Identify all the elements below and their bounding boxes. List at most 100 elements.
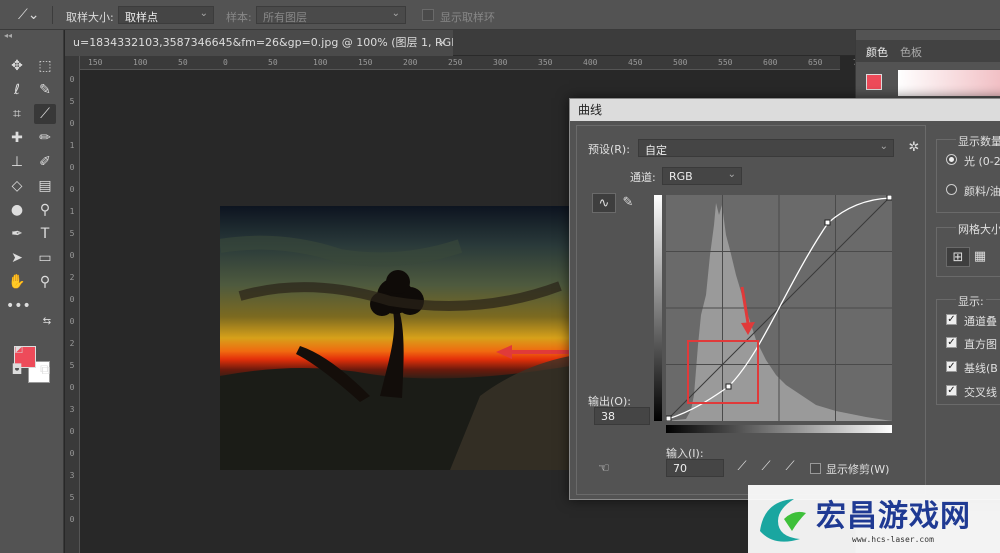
- display-amount-label: 显示数量: [956, 133, 1000, 149]
- move-tool-icon[interactable]: ✥: [6, 56, 28, 76]
- watermark-logo: [760, 499, 806, 542]
- document-image: [220, 206, 570, 470]
- ruler-tick: 50: [268, 58, 278, 67]
- ruler-tick: 2: [69, 339, 75, 348]
- light-radio[interactable]: [946, 154, 957, 165]
- stamp-tool-icon[interactable]: ⊥: [6, 152, 28, 172]
- color-spectrum[interactable]: [898, 70, 1000, 96]
- show-clipping-checkbox[interactable]: [810, 463, 821, 474]
- sample-label: 样本:: [226, 11, 252, 24]
- gear-icon[interactable]: ✲: [902, 138, 926, 158]
- eyedropper-icon[interactable]: ⟋⌄: [18, 7, 42, 23]
- input-field[interactable]: 70: [666, 459, 724, 477]
- curve-point[interactable]: [725, 383, 732, 390]
- annotation-arrow-head: [496, 345, 512, 359]
- ruler-tick: 50: [178, 58, 188, 67]
- screen-mode-icon[interactable]: ⧉: [34, 360, 56, 380]
- show-option-checkbox[interactable]: ✓: [946, 314, 957, 325]
- tab-swatches[interactable]: 色板: [900, 44, 922, 60]
- pencil-icon[interactable]: ✎: [616, 193, 640, 213]
- show-option-label: 基线(B: [964, 362, 998, 375]
- marquee-tool-icon[interactable]: ⬚: [34, 56, 56, 76]
- preset-select[interactable]: 自定 ⌄: [638, 139, 894, 157]
- curve-point[interactable]: [666, 415, 672, 421]
- eraser-tool-icon[interactable]: ◇: [6, 176, 28, 196]
- document-tab[interactable]: u=1834332103,3587346645&fm=26&gp=0.jpg @…: [65, 30, 453, 56]
- grid-size-label: 网格大小: [956, 221, 1000, 237]
- white-eyedropper-icon[interactable]: ⟋: [778, 457, 802, 477]
- sample-select[interactable]: 所有图层 ⌄: [256, 6, 406, 24]
- lasso-tool-icon[interactable]: ℓ: [6, 80, 28, 100]
- curves-dialog: 曲线 预设(R): 自定 ⌄ ✲ 通道: RGB ⌄ ∿ ✎ 输出(O): 38…: [569, 98, 1000, 500]
- detailed-grid-icon[interactable]: ▦: [968, 247, 992, 267]
- crop-tool-icon[interactable]: ⌗: [6, 104, 28, 124]
- ruler-tick: 150: [358, 58, 373, 67]
- show-ring-label: 显示取样环: [440, 11, 495, 24]
- horizontal-ruler: 150 100 50 0 50 100 150 200 250 300 350 400 450 500 55…: [80, 56, 867, 70]
- curve-point-tool-icon[interactable]: ∿: [592, 193, 616, 213]
- panel-foreground-swatch[interactable]: [866, 74, 882, 90]
- curve-point[interactable]: [886, 195, 892, 201]
- watermark-url: www.hcs-laser.com: [852, 535, 934, 544]
- tab-color[interactable]: 颜色: [866, 44, 888, 60]
- black-eyedropper-icon[interactable]: ⟋: [730, 457, 754, 477]
- divider: [52, 6, 53, 24]
- gradient-tool-icon[interactable]: ▤: [34, 176, 56, 196]
- curve-graph[interactable]: [666, 195, 892, 421]
- sample-value: 所有图层: [263, 11, 307, 24]
- quick-mask-icon[interactable]: ◘: [6, 360, 28, 380]
- ruler-tick: 1: [69, 141, 75, 150]
- brush-tool-icon[interactable]: ✏: [34, 128, 56, 148]
- hand-tool-icon[interactable]: ✋: [6, 272, 28, 292]
- sample-size-select[interactable]: 取样点 ⌄: [118, 6, 214, 24]
- collapse-icon[interactable]: ◂◂: [4, 31, 12, 40]
- channel-value: RGB: [669, 170, 693, 183]
- light-option-label: 光 (0-2: [964, 155, 1000, 168]
- show-option-label: 直方图: [964, 338, 997, 351]
- show-option-checkbox[interactable]: ✓: [946, 337, 957, 348]
- close-icon[interactable]: ×: [438, 30, 447, 56]
- chevron-down-icon: ⌄: [879, 141, 888, 152]
- ruler-tick: 0: [69, 295, 75, 304]
- history-brush-icon[interactable]: ✐: [34, 152, 56, 172]
- ruler-tick: 0: [69, 449, 75, 458]
- ruler-tick: 0: [69, 317, 75, 326]
- show-ring-checkbox[interactable]: [422, 9, 434, 21]
- show-option-checkbox[interactable]: ✓: [946, 361, 957, 372]
- path-select-icon[interactable]: ➤: [6, 248, 28, 268]
- swap-colors-icon[interactable]: ⇆: [36, 312, 58, 332]
- ruler-tick: 100: [133, 58, 148, 67]
- gray-eyedropper-icon[interactable]: ⟋: [754, 457, 778, 477]
- curve-point[interactable]: [824, 219, 831, 226]
- panel-tabs: 颜色 色板: [856, 40, 1000, 62]
- channel-select[interactable]: RGB ⌄: [662, 167, 742, 185]
- healing-tool-icon[interactable]: ✚: [6, 128, 28, 148]
- watermark: 宏昌游戏网 www.hcs-laser.com: [748, 485, 1000, 553]
- blur-tool-icon[interactable]: ●: [6, 200, 28, 220]
- default-colors-icon[interactable]: ◩: [8, 340, 30, 360]
- options-bar: ⟋⌄ 取样大小: 取样点 ⌄ 样本: 所有图层 ⌄ 显示取样环: [0, 0, 1000, 30]
- ruler-tick: 0: [69, 427, 75, 436]
- quick-select-tool-icon[interactable]: ✎: [34, 80, 56, 100]
- eyedropper-tool-icon[interactable]: ⟋: [34, 104, 56, 124]
- more-tools-icon[interactable]: •••: [6, 296, 31, 316]
- type-tool-icon[interactable]: T: [34, 224, 56, 244]
- ruler-tick: 0: [69, 251, 75, 260]
- zoom-tool-icon[interactable]: ⚲: [34, 272, 56, 292]
- pigment-radio[interactable]: [946, 184, 957, 195]
- ruler-tick: 250: [448, 58, 463, 67]
- output-gradient-bar: [654, 195, 662, 421]
- show-option-label: 通道叠: [964, 315, 997, 328]
- shape-tool-icon[interactable]: ▭: [34, 248, 56, 268]
- target-adjust-icon[interactable]: ☜: [592, 459, 616, 479]
- simple-grid-icon[interactable]: ⊞: [946, 247, 970, 267]
- output-field[interactable]: 38: [594, 407, 650, 425]
- ruler-tick: 100: [313, 58, 328, 67]
- pen-tool-icon[interactable]: ✒: [6, 224, 28, 244]
- show-option-checkbox[interactable]: ✓: [946, 385, 957, 396]
- ruler-tick: 500: [673, 58, 688, 67]
- input-gradient-bar: [666, 425, 892, 433]
- ruler-tick: 300: [493, 58, 508, 67]
- ruler-tick: 1: [69, 207, 75, 216]
- dodge-tool-icon[interactable]: ⚲: [34, 200, 56, 220]
